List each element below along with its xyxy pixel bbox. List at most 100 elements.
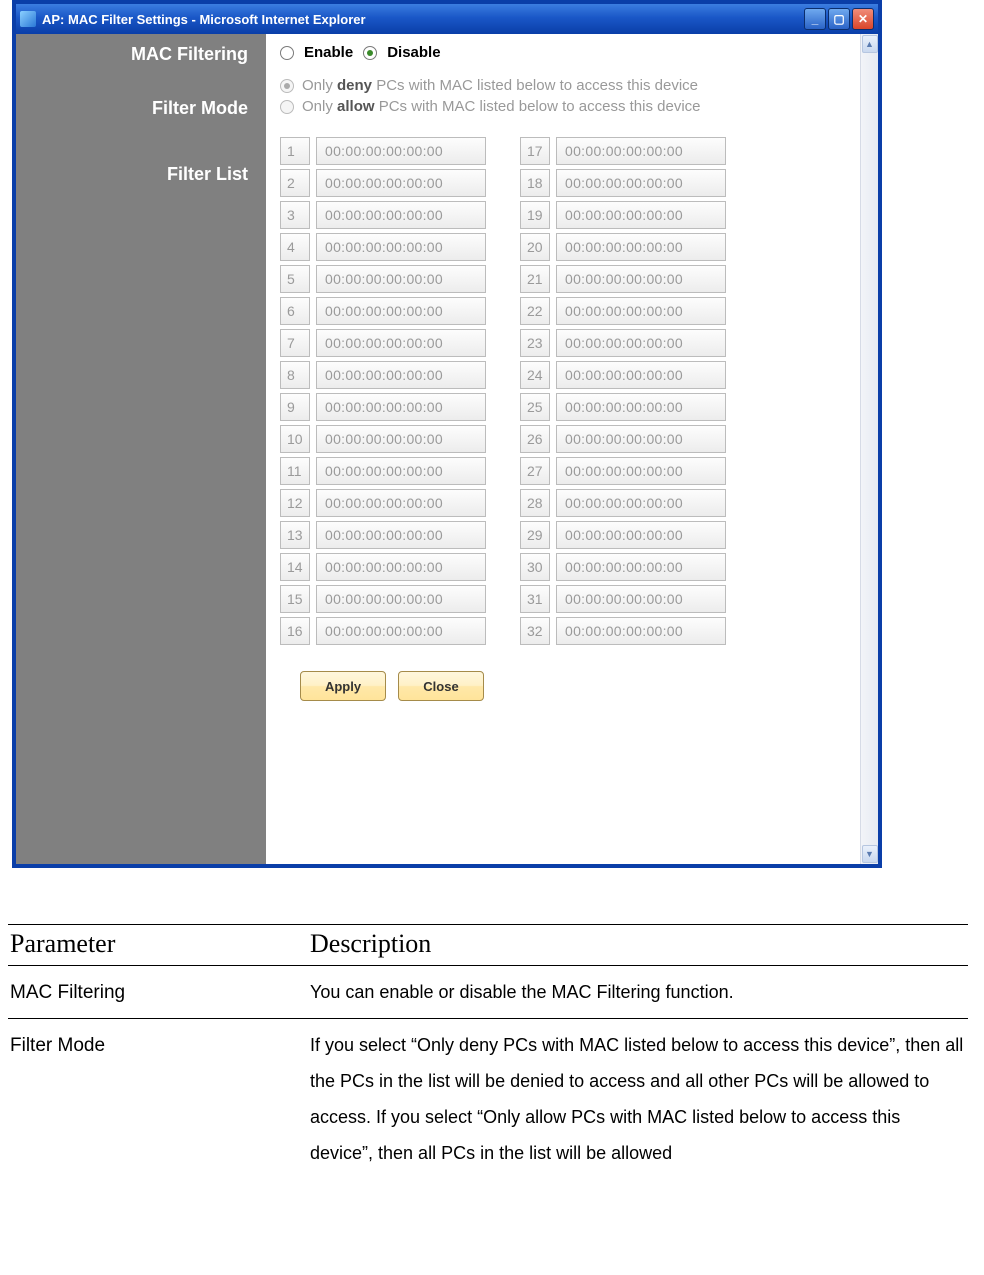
radio-disable[interactable] <box>363 46 377 60</box>
radio-mode-deny[interactable] <box>280 79 294 93</box>
filter-list-row: 700:00:00:00:00:00 <box>280 329 486 357</box>
filter-list-row: 1400:00:00:00:00:00 <box>280 553 486 581</box>
mac-filtering-group: Enable Disable <box>280 44 868 61</box>
filter-list-row: 1300:00:00:00:00:00 <box>280 521 486 549</box>
mac-address-input[interactable]: 00:00:00:00:00:00 <box>556 521 726 549</box>
filter-list-row: 2300:00:00:00:00:00 <box>520 329 726 357</box>
mac-address-input[interactable]: 00:00:00:00:00:00 <box>556 169 726 197</box>
scroll-up-button[interactable]: ▲ <box>862 35 878 53</box>
param-mac-filtering: MAC Filtering <box>8 966 308 1019</box>
mode-allow-bold: allow <box>337 98 375 115</box>
mac-address-input[interactable]: 00:00:00:00:00:00 <box>316 489 486 517</box>
filter-index-box: 21 <box>520 265 550 293</box>
vertical-scrollbar[interactable]: ▲ ▼ <box>860 34 878 864</box>
mac-address-input[interactable]: 00:00:00:00:00:00 <box>556 297 726 325</box>
filter-mode-allow-row: Only allow PCs with MAC listed below to … <box>280 98 868 115</box>
filter-index-box: 27 <box>520 457 550 485</box>
filter-list-row: 2600:00:00:00:00:00 <box>520 425 726 453</box>
filter-index-box: 17 <box>520 137 550 165</box>
close-icon: ✕ <box>858 12 868 26</box>
mac-address-input[interactable]: 00:00:00:00:00:00 <box>316 553 486 581</box>
filter-index-box: 28 <box>520 489 550 517</box>
mac-address-input[interactable]: 00:00:00:00:00:00 <box>556 489 726 517</box>
filter-list-row: 2100:00:00:00:00:00 <box>520 265 726 293</box>
side-label-column: MAC Filtering Filter Mode Filter List <box>16 34 266 864</box>
mac-address-input[interactable]: 00:00:00:00:00:00 <box>316 425 486 453</box>
mac-address-input[interactable]: 00:00:00:00:00:00 <box>556 617 726 645</box>
th-description: Description <box>308 925 968 966</box>
mac-address-input[interactable]: 00:00:00:00:00:00 <box>556 233 726 261</box>
mac-address-input[interactable]: 00:00:00:00:00:00 <box>556 585 726 613</box>
close-window-button[interactable]: ✕ <box>852 8 874 30</box>
mac-address-input[interactable]: 00:00:00:00:00:00 <box>316 521 486 549</box>
filter-index-box: 9 <box>280 393 310 421</box>
ie-icon <box>20 11 36 27</box>
description-table: Parameter Description MAC Filtering You … <box>8 924 968 1177</box>
filter-list-row: 2400:00:00:00:00:00 <box>520 361 726 389</box>
close-button[interactable]: Close <box>398 671 484 701</box>
th-parameter: Parameter <box>8 925 308 966</box>
filter-list-row: 2200:00:00:00:00:00 <box>520 297 726 325</box>
mac-address-input[interactable]: 00:00:00:00:00:00 <box>316 201 486 229</box>
mac-address-input[interactable]: 00:00:00:00:00:00 <box>316 265 486 293</box>
filter-index-box: 8 <box>280 361 310 389</box>
filter-list-col1: 100:00:00:00:00:00200:00:00:00:00:00300:… <box>280 137 486 645</box>
mac-address-input[interactable]: 00:00:00:00:00:00 <box>316 585 486 613</box>
mac-address-input[interactable]: 00:00:00:00:00:00 <box>556 329 726 357</box>
mac-address-input[interactable]: 00:00:00:00:00:00 <box>556 201 726 229</box>
mac-address-input[interactable]: 00:00:00:00:00:00 <box>556 457 726 485</box>
mac-address-input[interactable]: 00:00:00:00:00:00 <box>556 425 726 453</box>
label-filter-mode: Filter Mode <box>16 98 266 126</box>
mac-address-input[interactable]: 00:00:00:00:00:00 <box>316 617 486 645</box>
mac-address-input[interactable]: 00:00:00:00:00:00 <box>316 169 486 197</box>
titlebar[interactable]: AP: MAC Filter Settings - Microsoft Inte… <box>16 4 878 34</box>
filter-index-box: 32 <box>520 617 550 645</box>
mac-address-input[interactable]: 00:00:00:00:00:00 <box>316 457 486 485</box>
filter-index-box: 29 <box>520 521 550 549</box>
mac-address-input[interactable]: 00:00:00:00:00:00 <box>316 233 486 261</box>
main-area: Enable Disable Only deny PCs with MAC li… <box>266 34 878 864</box>
filter-mode-deny-row: Only deny PCs with MAC listed below to a… <box>280 77 868 94</box>
mac-address-input[interactable]: 00:00:00:00:00:00 <box>556 553 726 581</box>
window-title: AP: MAC Filter Settings - Microsoft Inte… <box>42 12 804 27</box>
filter-list-row: 2700:00:00:00:00:00 <box>520 457 726 485</box>
mac-address-input[interactable]: 00:00:00:00:00:00 <box>316 329 486 357</box>
filter-list-row: 100:00:00:00:00:00 <box>280 137 486 165</box>
apply-button[interactable]: Apply <box>300 671 386 701</box>
filter-list-row: 1800:00:00:00:00:00 <box>520 169 726 197</box>
mac-address-input[interactable]: 00:00:00:00:00:00 <box>556 265 726 293</box>
scroll-down-button[interactable]: ▼ <box>862 845 878 863</box>
minimize-button[interactable]: _ <box>804 8 826 30</box>
mac-address-input[interactable]: 00:00:00:00:00:00 <box>556 361 726 389</box>
mac-address-input[interactable]: 00:00:00:00:00:00 <box>556 393 726 421</box>
filter-index-box: 18 <box>520 169 550 197</box>
mode-deny-bold: deny <box>337 77 372 94</box>
filter-list-row: 500:00:00:00:00:00 <box>280 265 486 293</box>
filter-list-row: 1900:00:00:00:00:00 <box>520 201 726 229</box>
filter-index-box: 6 <box>280 297 310 325</box>
filter-list-col2: 1700:00:00:00:00:001800:00:00:00:00:0019… <box>520 137 726 645</box>
maximize-button[interactable]: ▢ <box>828 8 850 30</box>
mac-address-input[interactable]: 00:00:00:00:00:00 <box>316 297 486 325</box>
filter-index-box: 24 <box>520 361 550 389</box>
radio-enable[interactable] <box>280 46 294 60</box>
mac-address-input[interactable]: 00:00:00:00:00:00 <box>316 361 486 389</box>
filter-index-box: 2 <box>280 169 310 197</box>
filter-index-box: 14 <box>280 553 310 581</box>
filter-mode-group: Only deny PCs with MAC listed below to a… <box>280 77 868 115</box>
filter-list-row: 3000:00:00:00:00:00 <box>520 553 726 581</box>
label-mac-filtering: MAC Filtering <box>16 44 266 72</box>
radio-mode-allow[interactable] <box>280 100 294 114</box>
filter-list-row: 900:00:00:00:00:00 <box>280 393 486 421</box>
mac-address-input[interactable]: 00:00:00:00:00:00 <box>316 393 486 421</box>
description-section: Parameter Description MAC Filtering You … <box>8 924 968 1177</box>
filter-index-box: 31 <box>520 585 550 613</box>
mac-address-input[interactable]: 00:00:00:00:00:00 <box>556 137 726 165</box>
filter-index-box: 20 <box>520 233 550 261</box>
filter-index-box: 22 <box>520 297 550 325</box>
mac-address-input[interactable]: 00:00:00:00:00:00 <box>316 137 486 165</box>
radio-enable-label: Enable <box>304 44 353 61</box>
mode-allow-text: Only allow PCs with MAC listed below to … <box>302 98 701 115</box>
filter-index-box: 5 <box>280 265 310 293</box>
filter-index-box: 13 <box>280 521 310 549</box>
